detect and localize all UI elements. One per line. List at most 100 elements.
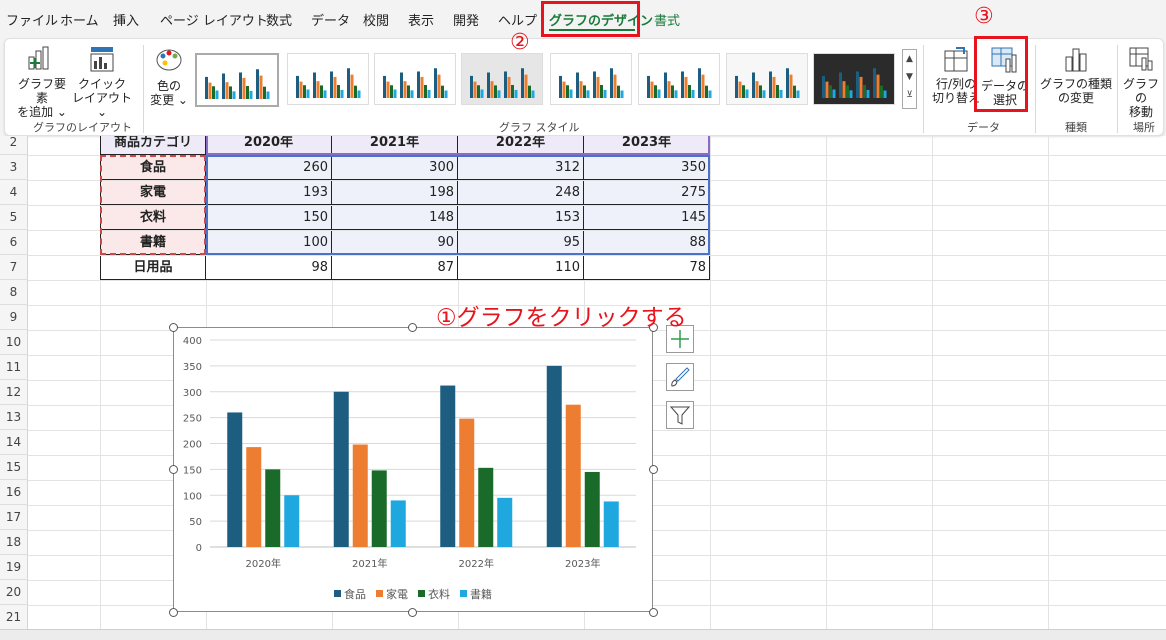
tab-formulas[interactable]: 数式 (266, 10, 292, 29)
move-chart-button[interactable]: グラフの 移動 (1121, 45, 1161, 119)
quick-layout-label-1: クイック (77, 77, 126, 91)
change-chart-type-button[interactable]: グラフの種類 の変更 (1039, 45, 1113, 105)
chart-style-thumbnail[interactable] (726, 53, 808, 105)
ribbon-separator (143, 45, 144, 133)
tab-insert[interactable]: 挿入 (113, 10, 139, 29)
quick-layout-button[interactable]: クイック レイアウト ⌄ (71, 45, 133, 119)
chart-filters-button[interactable] (666, 401, 694, 429)
tab-developer[interactable]: 開発 (453, 10, 479, 29)
add-chart-element-button[interactable]: グラフ要素 を追加 ⌄ (13, 45, 71, 119)
y-tick-label: 200 (183, 440, 202, 451)
chart-style-thumbnail[interactable] (550, 53, 632, 105)
chart-style-preview-icon (559, 68, 624, 98)
chart-style-thumbnail[interactable] (461, 53, 543, 105)
tab-view[interactable]: 表示 (408, 10, 434, 29)
row-header[interactable]: 5 (0, 205, 28, 230)
resize-handle[interactable] (649, 465, 658, 474)
gallery-scroll[interactable]: ▲ ▼ ⊻ (902, 49, 917, 109)
row-header[interactable]: 4 (0, 180, 28, 205)
gallery-down-icon[interactable]: ▼ (903, 68, 916, 86)
tab-format[interactable]: 書式 (654, 10, 680, 29)
bar-衣料 (265, 469, 281, 547)
gallery-more-icon[interactable]: ⊻ (903, 86, 916, 104)
tab-review[interactable]: 校閲 (363, 10, 389, 29)
chart-style-thumbnail[interactable] (813, 53, 895, 105)
table-cell[interactable]: 商品カテゴリ (100, 136, 206, 155)
row-header[interactable]: 12 (0, 380, 28, 405)
chart-style-thumbnail[interactable] (287, 53, 369, 105)
row-header[interactable]: 8 (0, 280, 28, 305)
group-label-location: 場所 (1133, 121, 1155, 134)
row-header[interactable]: 20 (0, 580, 28, 605)
table-cell[interactable]: 日用品 (100, 256, 206, 280)
y-tick-label: 150 (183, 465, 202, 476)
resize-handle[interactable] (169, 323, 178, 332)
chart[interactable]: 0 50 100 150 200 250 300 350 400 2020年 2021年 2022年 2… (173, 327, 653, 612)
bar-食品 (546, 365, 562, 547)
category-range-outline (100, 155, 206, 255)
tab-page-layout[interactable]: ページ レイアウト (160, 10, 268, 29)
row-header[interactable]: 15 (0, 455, 28, 480)
chart-styles-button[interactable] (666, 363, 694, 391)
legend-swatch (418, 590, 425, 597)
table-cell[interactable]: 78 (584, 256, 710, 280)
highlight-box-select-data (974, 36, 1028, 112)
group-label-chart-styles: グラフ スタイル (499, 121, 580, 134)
row-header[interactable]: 21 (0, 605, 28, 629)
row-header[interactable]: 10 (0, 330, 28, 355)
tab-file[interactable]: ファイル (6, 10, 58, 29)
row-header[interactable]: 16 (0, 480, 28, 505)
resize-handle[interactable] (649, 608, 658, 617)
highlight-box-chart-design-tab (541, 1, 640, 37)
y-tick-label: 350 (183, 362, 202, 373)
bar-家電 (246, 447, 262, 547)
resize-handle[interactable] (408, 323, 417, 332)
row-header[interactable]: 13 (0, 405, 28, 430)
row-header[interactable]: 6 (0, 230, 28, 255)
legend-swatch (376, 590, 383, 597)
gallery-up-icon[interactable]: ▲ (903, 50, 916, 68)
ribbon-separator (923, 45, 924, 133)
tab-home[interactable]: ホーム (60, 10, 99, 29)
row-header[interactable]: 18 (0, 530, 28, 555)
chart-style-thumbnail[interactable] (374, 53, 456, 105)
table-cell[interactable]: 98 (206, 256, 332, 280)
resize-handle[interactable] (169, 465, 178, 474)
row-header[interactable]: 7 (0, 255, 28, 280)
move-chart-label-2: 移動 (1128, 105, 1153, 119)
table-cell[interactable]: 110 (458, 256, 584, 280)
chart-style-preview-icon (735, 68, 800, 98)
bar-家電 (459, 418, 475, 547)
bar-書籍 (284, 495, 300, 547)
row-header[interactable]: 17 (0, 505, 28, 530)
row-header[interactable]: 14 (0, 430, 28, 455)
chart-style-thumbnail[interactable] (195, 53, 279, 107)
row-header[interactable]: 19 (0, 555, 28, 580)
bar-衣料 (478, 467, 494, 547)
change-chart-type-label-2: の変更 (1057, 91, 1094, 105)
chart-style-preview-icon (822, 68, 887, 98)
bar-食品 (440, 385, 456, 547)
y-tick-label: 100 (183, 491, 202, 502)
change-colors-button[interactable]: 色の 変更 ⌄ (147, 45, 191, 107)
x-tick-label: 2020年 (246, 557, 281, 570)
row-header[interactable]: 3 (0, 155, 28, 180)
row-header[interactable]: 9 (0, 305, 28, 330)
tab-data[interactable]: データ (311, 10, 350, 29)
row-header[interactable]: 2 (0, 136, 28, 155)
chart-style-preview-icon (647, 68, 712, 98)
bar-食品 (227, 412, 243, 547)
step2-label: ② (510, 30, 530, 55)
switch-row-column-icon (944, 47, 968, 72)
y-tick-label: 250 (183, 414, 202, 425)
add-chart-element-label-2: を追加 ⌄ (17, 105, 67, 119)
change-chart-type-label-1: グラフの種類 (1039, 77, 1112, 91)
group-label-chart-layout: グラフのレイアウト (33, 121, 132, 134)
row-header[interactable]: 11 (0, 355, 28, 380)
bar-家電 (565, 404, 581, 547)
resize-handle[interactable] (408, 608, 417, 617)
resize-handle[interactable] (169, 608, 178, 617)
table-cell[interactable]: 87 (332, 256, 458, 280)
chart-style-thumbnail[interactable] (638, 53, 720, 105)
tab-help[interactable]: ヘルプ (498, 10, 537, 29)
